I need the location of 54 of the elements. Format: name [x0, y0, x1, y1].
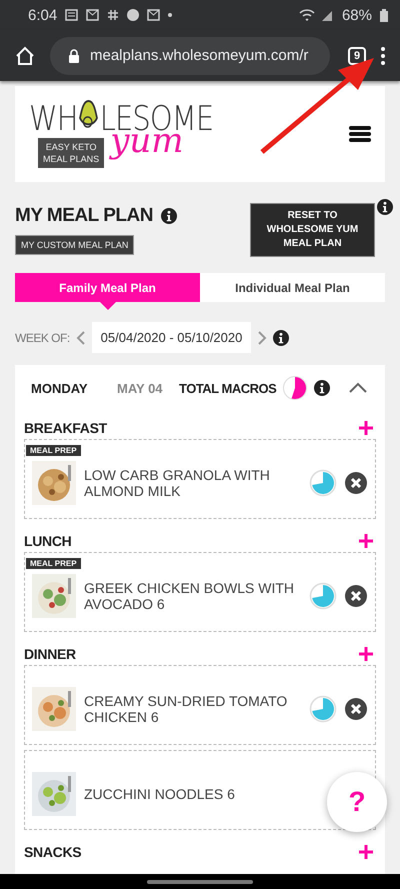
status-time: 6:04 [28, 6, 58, 24]
meal-prep-tag: MEAL PREP [26, 445, 81, 456]
info-icon[interactable] [273, 330, 290, 346]
signal-icons [298, 8, 334, 22]
meal-card[interactable]: CREAMY SUN-DRIED TOMATO CHICKEN 6 [24, 665, 376, 745]
add-icon[interactable] [358, 533, 374, 549]
add-icon[interactable] [358, 646, 374, 662]
logo-tagline: EASY KETO MEAL PLANS [38, 138, 104, 168]
recipe-name[interactable]: CREAMY SUN-DRIED TOMATO CHICKEN 6 [84, 692, 301, 726]
home-gesture-bar[interactable] [147, 880, 253, 884]
meal-heading: BREAKFAST [24, 420, 107, 436]
mail-icon [147, 9, 160, 21]
tab-pointer [100, 302, 116, 310]
day-date: MAY 04 [117, 380, 164, 396]
meal-heading: DINNER [24, 646, 76, 662]
plan-type-badge: MY CUSTOM MEAL PLAN [15, 235, 134, 255]
news-icon [65, 9, 78, 21]
meal-card[interactable]: MEAL PREP GREEK CHICKEN BOWLS WITH AVOCADO 6 [24, 552, 376, 632]
info-icon[interactable] [377, 199, 393, 215]
reset-plan-button[interactable]: RESET TO WHOLESOME YUM MEAL PLAN [250, 203, 375, 257]
plan-tab[interactable]: Individual Meal Plan [200, 273, 385, 302]
mail-icon [86, 9, 100, 21]
battery-level: 68% [342, 6, 372, 24]
week-range-field[interactable]: 05/04/2020 - 05/10/2020 [92, 322, 252, 353]
hash-icon [107, 9, 120, 21]
more-icon[interactable] [380, 46, 386, 64]
dot-icon [168, 13, 172, 17]
add-icon[interactable] [358, 420, 374, 436]
address-bar[interactable]: mealplans.wholesomeyum.com/r [50, 36, 330, 74]
remove-icon[interactable] [345, 585, 367, 607]
info-icon[interactable] [160, 208, 177, 224]
day-name: MONDAY [31, 380, 89, 396]
macros-pie-icon[interactable] [282, 375, 308, 401]
meal-heading: LUNCH [24, 533, 72, 549]
recipe-name[interactable]: ZUCCHINI NOODLES 6 [84, 786, 301, 802]
macros-label: TOTAL MACROS [179, 380, 276, 396]
remove-icon[interactable] [345, 472, 367, 494]
plan-tab[interactable]: Family Meal Plan [15, 273, 200, 302]
info-icon[interactable] [314, 380, 330, 396]
menu-icon[interactable] [349, 126, 371, 142]
recipe-name[interactable]: GREEK CHICKEN BOWLS WITH AVOCADO 6 [84, 580, 301, 612]
week-label: WEEK OF: [15, 330, 70, 344]
home-icon[interactable] [14, 44, 36, 66]
lock-icon [68, 48, 80, 62]
logo-text: WH [29, 102, 78, 136]
collapse-icon[interactable] [348, 382, 368, 394]
battery-icon [380, 8, 388, 22]
add-icon[interactable] [358, 844, 374, 860]
recipe-name[interactable]: LOW CARB GRANOLA WITH ALMOND MILK [84, 466, 301, 500]
meal-card[interactable]: MEAL PREP LOW CARB GRANOLA WITH ALMOND MILK [24, 439, 376, 519]
remove-icon[interactable] [345, 698, 367, 720]
meal-heading: SNACKS [24, 844, 82, 860]
page-title: MY MEAL PLAN [15, 205, 153, 227]
meal-prep-tag: MEAL PREP [26, 558, 81, 569]
